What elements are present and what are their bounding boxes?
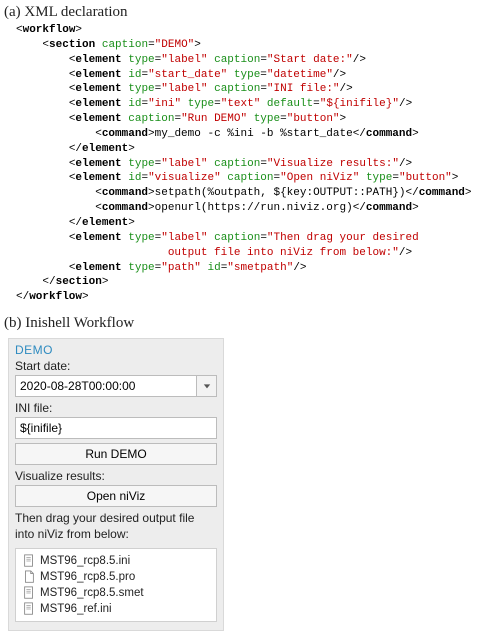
file-item[interactable]: MST96_rcp8.5.ini — [18, 553, 214, 569]
file-list: MST96_rcp8.5.ini MST96_rcp8.5.pro MST96_… — [15, 548, 217, 622]
startdate-dropdown-button[interactable] — [197, 375, 217, 397]
file-name: MST96_rcp8.5.ini — [40, 555, 130, 567]
file-item[interactable]: MST96_rcp8.5.pro — [18, 569, 214, 585]
startdate-label: Start date: — [15, 359, 217, 373]
file-name: MST96_rcp8.5.smet — [40, 587, 144, 599]
chevron-down-icon — [203, 382, 211, 390]
drag-instruction-label: Then drag your desired output file into … — [15, 511, 217, 542]
file-icon — [22, 554, 36, 568]
visualize-label: Visualize results: — [15, 469, 217, 483]
file-icon — [22, 570, 36, 584]
inifile-input[interactable] — [15, 417, 217, 439]
panel-title: DEMO — [15, 343, 217, 357]
figure-label-a: (a) XML declaration — [0, 0, 500, 23]
file-name: MST96_ref.ini — [40, 603, 112, 615]
file-name: MST96_rcp8.5.pro — [40, 571, 135, 583]
run-demo-button[interactable]: Run DEMO — [15, 443, 217, 465]
file-item[interactable]: MST96_rcp8.5.smet — [18, 585, 214, 601]
file-icon — [22, 586, 36, 600]
xml-code-block: <workflow> <section caption="DEMO"> <ele… — [0, 23, 500, 311]
file-icon — [22, 602, 36, 616]
workflow-panel: DEMO Start date: INI file: Run DEMO Visu… — [8, 338, 224, 631]
inifile-label: INI file: — [15, 401, 217, 415]
file-item[interactable]: MST96_ref.ini — [18, 601, 214, 617]
figure-label-b: (b) Inishell Workflow — [0, 311, 500, 334]
open-niviz-button[interactable]: Open niViz — [15, 485, 217, 507]
startdate-input[interactable] — [15, 375, 197, 397]
